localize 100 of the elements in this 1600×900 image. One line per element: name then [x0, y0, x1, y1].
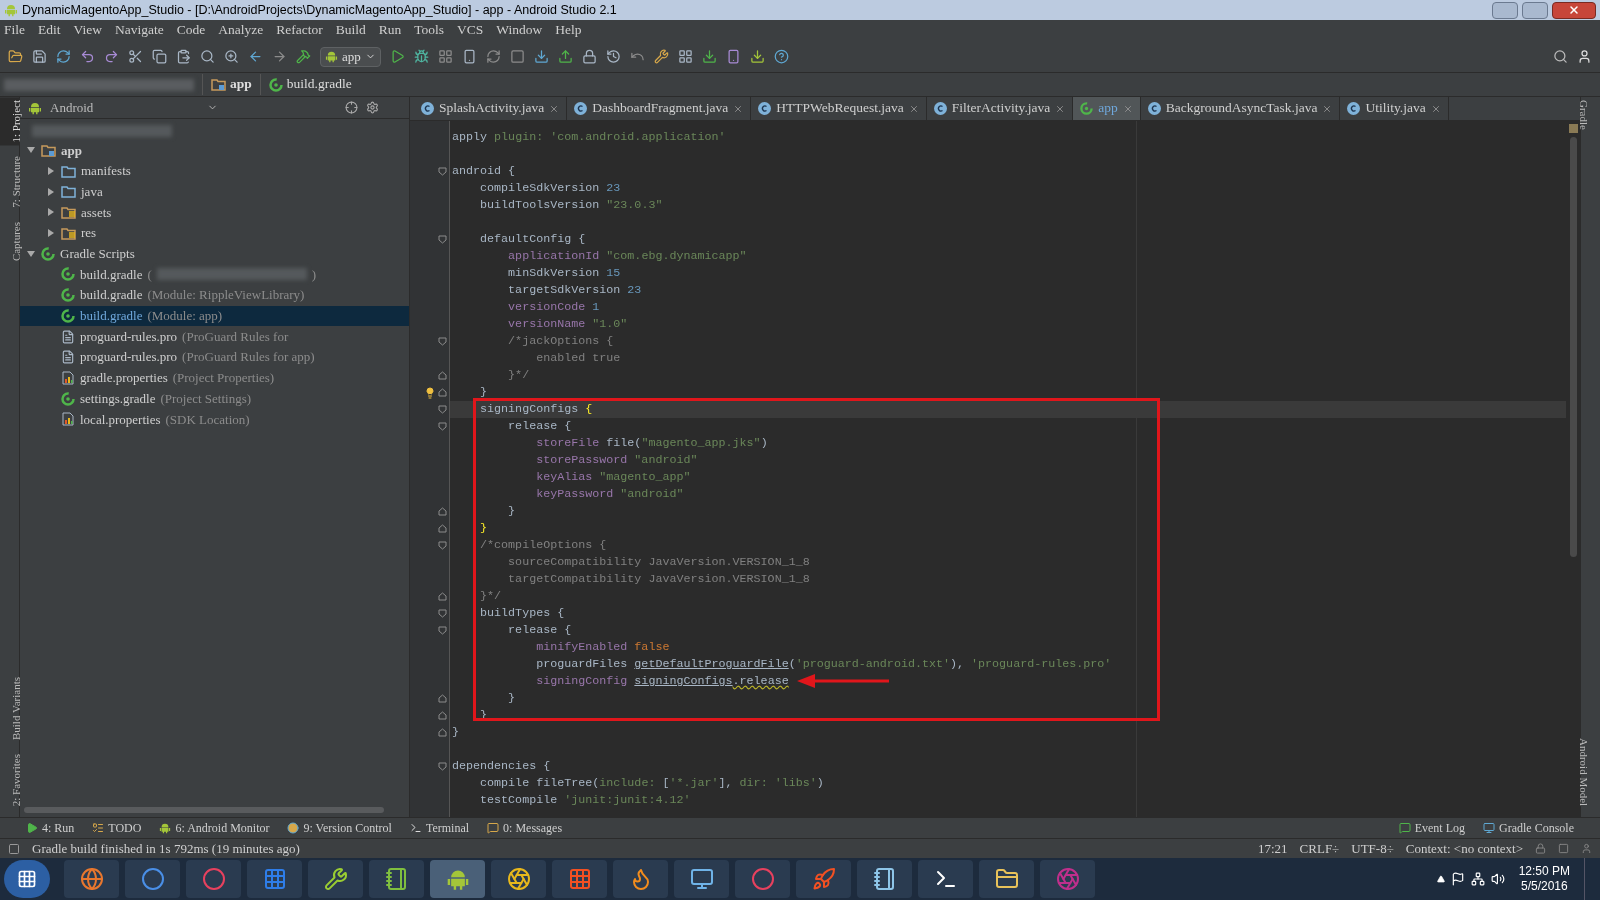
fold-marker-icon[interactable]: [438, 609, 447, 618]
run-config-dropdown[interactable]: app: [320, 46, 381, 67]
search-icon[interactable]: [1553, 49, 1568, 64]
fold-end-marker-icon[interactable]: [438, 592, 447, 601]
lock-icon[interactable]: [581, 49, 597, 64]
collapsed-arrow-icon[interactable]: [46, 166, 56, 177]
tree-item[interactable]: java: [20, 181, 409, 203]
editor-tab[interactable]: SplashActivity.java: [414, 97, 568, 120]
tool-window-tab[interactable]: Android Model: [1581, 734, 1600, 809]
network-icon[interactable]: [1470, 872, 1485, 886]
tool-window-button[interactable]: 9: Version Control: [287, 819, 392, 837]
editor-tab[interactable]: Utility.java: [1340, 97, 1449, 120]
fold-end-marker-icon[interactable]: [438, 371, 447, 380]
breadcrumb-item[interactable]: build.gradle: [259, 74, 352, 95]
fold-end-marker-icon[interactable]: [438, 524, 447, 533]
collapsed-arrow-icon[interactable]: [46, 207, 56, 218]
hammer-icon[interactable]: [296, 49, 311, 64]
tool-window-tab[interactable]: 2: Favorites: [0, 750, 19, 809]
clock-date[interactable]: 5/5/2016: [1520, 879, 1568, 894]
settings-icon[interactable]: [366, 101, 379, 114]
search-icon[interactable]: [200, 49, 215, 64]
copy-icon[interactable]: [152, 49, 167, 64]
fold-marker-icon[interactable]: [438, 762, 447, 771]
close-button[interactable]: [1552, 1, 1596, 19]
device-icon[interactable]: [725, 49, 741, 64]
sdk-download-icon[interactable]: [701, 49, 717, 64]
taskbar-button[interactable]: [674, 860, 729, 898]
fold-end-marker-icon[interactable]: [438, 507, 447, 516]
cursor-position[interactable]: 17:21: [1258, 838, 1288, 859]
tree-item[interactable]: manifests: [20, 160, 409, 182]
stop-icon[interactable]: [509, 49, 525, 64]
package-icon[interactable]: [749, 49, 765, 64]
paste-icon[interactable]: [176, 49, 191, 64]
volume-icon[interactable]: [1490, 872, 1505, 886]
fold-marker-icon[interactable]: [438, 422, 447, 431]
close-tab-icon[interactable]: [1055, 103, 1066, 114]
tool-window-button[interactable]: 6: Android Monitor: [159, 819, 270, 837]
tree-item[interactable]: assets: [20, 202, 409, 223]
editor-tab[interactable]: DashboardFragment.java: [567, 97, 752, 120]
menu-item[interactable]: Navigate: [114, 20, 164, 41]
grid-icon[interactable]: [437, 49, 453, 64]
tree-item[interactable]: proguard-rules.pro (ProGuard Rules for app): [20, 346, 409, 368]
fold-marker-icon[interactable]: [438, 235, 447, 244]
editor-tab[interactable]: BackgroundAsyncTask.java: [1140, 97, 1341, 120]
close-tab-icon[interactable]: [733, 103, 744, 114]
breadcrumb-item[interactable]: app: [202, 74, 252, 95]
fold-marker-icon[interactable]: [438, 541, 447, 550]
tool-window-tab[interactable]: Build Variants: [0, 673, 19, 743]
show-hidden-icon[interactable]: [1436, 875, 1445, 883]
close-tab-icon[interactable]: [1322, 103, 1333, 114]
clock-time[interactable]: 12:50 PM: [1518, 864, 1570, 879]
phone-icon[interactable]: [461, 49, 477, 64]
taskbar-button[interactable]: [918, 860, 973, 898]
taskbar-button[interactable]: [308, 860, 363, 898]
tool-window-button[interactable]: Terminal: [409, 819, 470, 837]
tool-window-button[interactable]: 4: Run: [26, 819, 75, 837]
save-icon[interactable]: [32, 49, 47, 64]
collapsed-arrow-icon[interactable]: [46, 186, 56, 197]
tool-window-tab[interactable]: Gradle: [1581, 97, 1600, 133]
square-icon[interactable]: [8, 842, 20, 855]
bug-icon[interactable]: [413, 49, 429, 64]
scissors-icon[interactable]: [128, 49, 143, 64]
lightbulb-icon[interactable]: [424, 386, 436, 399]
menu-item[interactable]: Build: [335, 20, 366, 41]
menu-item[interactable]: Edit: [38, 20, 61, 41]
close-tab-icon[interactable]: [908, 103, 919, 114]
taskbar-button[interactable]: [369, 860, 424, 898]
download-icon[interactable]: [533, 49, 549, 64]
close-tab-icon[interactable]: [1430, 103, 1441, 114]
fold-marker-icon[interactable]: [438, 626, 447, 635]
project-view-dropdown[interactable]: Android: [28, 97, 218, 118]
maximize-button[interactable]: [1522, 1, 1548, 19]
taskbar-button[interactable]: [979, 860, 1034, 898]
taskbar-button[interactable]: [64, 860, 119, 898]
taskbar-button[interactable]: [857, 860, 912, 898]
run-icon[interactable]: [389, 49, 405, 64]
start-button[interactable]: [4, 860, 50, 898]
tree-item[interactable]: build.gradle ( ): [20, 264, 409, 285]
close-tab-icon[interactable]: [549, 103, 560, 114]
file-encoding[interactable]: UTF-8÷: [1351, 838, 1394, 859]
editor-tab[interactable]: HTTPWebRequest.java: [751, 97, 927, 120]
menu-item[interactable]: Code: [176, 20, 206, 41]
fold-marker-icon[interactable]: [438, 337, 447, 346]
help-icon[interactable]: [773, 49, 789, 64]
tree-item[interactable]: build.gradle (Module: RippleViewLibrary): [20, 284, 409, 306]
tree-item[interactable]: gradle.properties (Project Properties): [20, 367, 409, 389]
fold-marker-icon[interactable]: [438, 405, 447, 414]
menu-item[interactable]: VCS: [457, 20, 484, 41]
menu-item[interactable]: Run: [378, 20, 402, 41]
tool-window-button[interactable]: TODO: [92, 819, 142, 837]
collapsed-arrow-icon[interactable]: [46, 228, 56, 239]
wrench-icon[interactable]: [653, 49, 669, 64]
scrollbar[interactable]: [24, 807, 384, 813]
folder-icon[interactable]: [8, 49, 23, 64]
fold-end-marker-icon[interactable]: [438, 711, 447, 720]
tool-window-button[interactable]: Gradle Console: [1483, 819, 1574, 837]
close-tab-icon[interactable]: [1122, 103, 1133, 114]
fold-end-marker-icon[interactable]: [438, 388, 447, 397]
forward-arrow-icon[interactable]: [272, 49, 287, 64]
scrollbar[interactable]: [1569, 137, 1577, 557]
